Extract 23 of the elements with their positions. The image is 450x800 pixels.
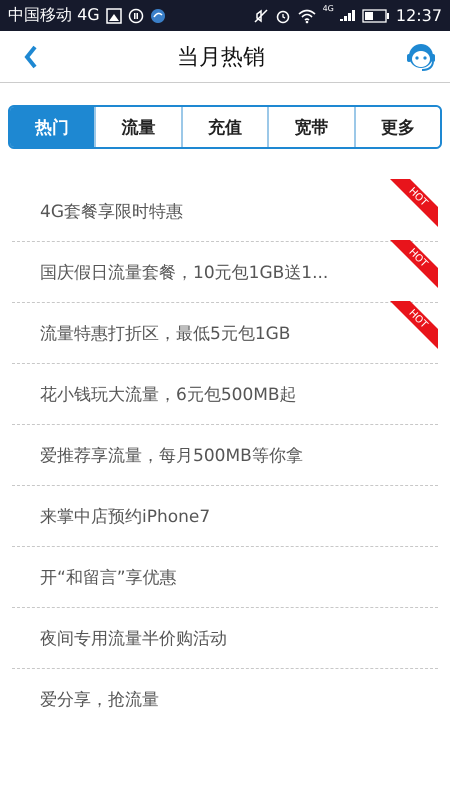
carrier-name: 中国移动 4G — [8, 5, 100, 26]
offer-item[interactable]: 花小钱玩大流量，6元包500MB起 — [12, 382, 297, 406]
clock: 12:37 — [396, 6, 442, 25]
tab[interactable]: 热门 — [10, 107, 94, 147]
offer-item[interactable]: 4G套餐享限时特惠 — [12, 200, 183, 222]
image-icon — [106, 8, 122, 24]
back-icon[interactable] — [24, 44, 38, 68]
page-title: 当月热销 — [176, 44, 266, 72]
app-icon — [150, 8, 166, 24]
offer-item[interactable]: 来掌中店预约iPhone7 — [12, 504, 210, 528]
pause-icon — [128, 8, 144, 24]
network-type: 4G — [322, 4, 334, 13]
offer-item[interactable]: 流量特惠打折区，最低5元包1GB — [12, 322, 290, 344]
offer-item[interactable]: 夜间专用流量半价购活动 — [12, 626, 227, 650]
battery-icon — [362, 8, 390, 22]
offer-item[interactable]: 爱分享，抢流量 — [12, 688, 159, 710]
offer-item[interactable]: 开“和留言”享优惠 — [12, 566, 177, 588]
wifi-icon — [296, 8, 317, 24]
offer-item[interactable]: 国庆假日流量套餐，10元包1GB送1... — [12, 260, 328, 284]
signal-icon — [340, 8, 356, 22]
tab[interactable]: 更多 — [354, 107, 440, 147]
offer-item[interactable]: 爱推荐享流量，每月500MB等你拿 — [12, 444, 303, 466]
muted-icon — [252, 8, 269, 24]
